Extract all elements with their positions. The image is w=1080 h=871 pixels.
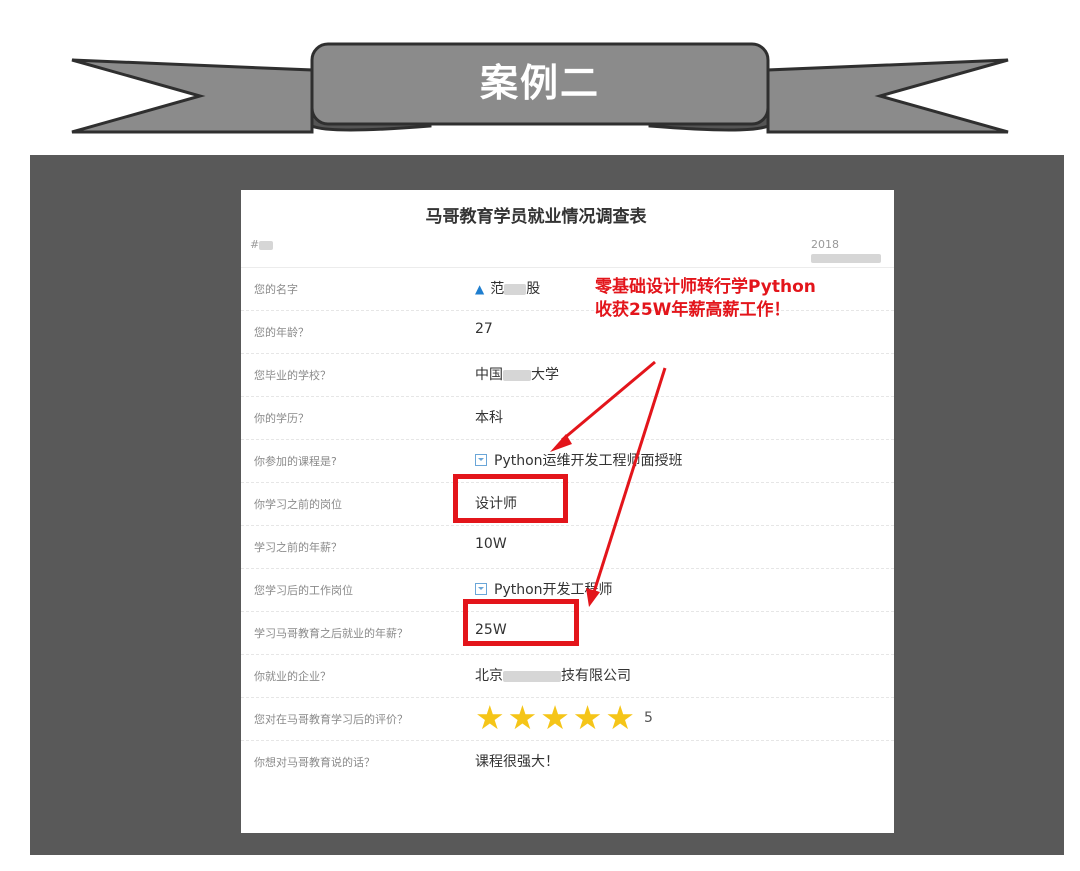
question-label: 您学习后的工作岗位 <box>254 584 353 597</box>
row-rating: 您对在马哥教育学习后的评价？ ★★★★★ 5 <box>241 698 894 741</box>
highlight-box-new-salary <box>463 599 579 646</box>
question-label: 您的年龄？ <box>254 326 309 339</box>
highlight-box-prev-position <box>453 474 568 523</box>
dropdown-icon <box>475 583 487 595</box>
banner-title: 案例二 <box>479 61 600 105</box>
user-icon: ▲ <box>475 282 485 296</box>
row-employer: 你就业的企业？ 北京 技有限公司 <box>241 655 894 698</box>
star-icon: ★ <box>475 698 505 737</box>
answer-text: 本科 <box>475 410 503 426</box>
answer-value: Python开发工程师 <box>475 579 613 599</box>
form-id: # <box>250 238 274 251</box>
answer-value: Python运维开发工程师面授班 <box>475 450 683 470</box>
annotation-line-1: 零基础设计师转行学Python <box>595 277 816 297</box>
answer-text: 中国 <box>475 367 503 383</box>
annotation-line-2: 收获25W年薪高薪工作！ <box>595 300 791 320</box>
answer-text: 范 <box>490 281 505 297</box>
blurred-company <box>503 670 561 682</box>
annotation-text: 零基础设计师转行学Python 收获25W年薪高薪工作！ <box>595 276 816 322</box>
question-label: 您毕业的学校？ <box>254 369 331 382</box>
blurred-id <box>259 240 274 250</box>
ribbon-left-tail <box>71 58 314 134</box>
star-icon: ★ <box>572 698 603 737</box>
row-prev-salary: 学习之前的年薪？ 10W <box>241 526 894 569</box>
blurred-school <box>503 369 531 381</box>
answer-text: Python运维开发工程师面授班 <box>494 453 683 469</box>
answer-text: 北京 <box>475 668 503 684</box>
star-icon: ★ <box>540 698 570 737</box>
row-school: 您毕业的学校？ 中国 大学 <box>241 354 894 397</box>
answer-text-suffix: 技有限公司 <box>561 668 631 684</box>
row-education: 你的学历？ 本科 <box>241 397 894 440</box>
question-label: 你参加的课程是? <box>254 455 337 468</box>
answer-text: 10W <box>475 536 507 552</box>
question-label: 学习之前的年薪？ <box>254 541 342 554</box>
star-icon: ★ <box>605 698 635 737</box>
question-label: 您对在马哥教育学习后的评价？ <box>254 713 408 726</box>
question-label: 你想对马哥教育说的话？ <box>254 756 375 769</box>
dropdown-icon <box>475 454 487 466</box>
form-date: 2018 <box>811 238 894 264</box>
answer-value: 中国 大学 <box>475 364 559 384</box>
answer-text-suffix: 大学 <box>531 367 559 383</box>
form-id-prefix: # <box>250 238 260 251</box>
row-message: 你想对马哥教育说的话？ 课程很强大！ <box>241 741 894 783</box>
answer-text: Python开发工程师 <box>494 582 613 598</box>
rating-stars: ★★★★★ 5 <box>475 698 653 737</box>
answer-text: 27 <box>475 321 493 337</box>
question-label: 你的学历？ <box>254 412 309 425</box>
question-label: 学习马哥教育之后就业的年薪？ <box>254 627 408 640</box>
answer-text: 课程很强大！ <box>475 754 559 770</box>
question-label: 你学习之前的岗位 <box>254 498 342 511</box>
answer-text-suffix: 股 <box>526 281 541 297</box>
question-label: 您的名字 <box>254 283 298 296</box>
blurred-name <box>504 283 527 295</box>
blurred-date <box>811 253 881 263</box>
form-date-prefix: 2018 <box>811 238 839 251</box>
form-title: 马哥教育学员就业情况调查表 <box>425 207 647 227</box>
rating-value: 5 <box>643 710 653 726</box>
answer-value: 北京 技有限公司 <box>475 665 631 685</box>
question-label: 你就业的企业？ <box>254 670 331 683</box>
ribbon-right-tail <box>766 58 1009 134</box>
answer-value: ▲ 范 股 <box>475 278 540 298</box>
star-icon: ★ <box>507 698 538 737</box>
